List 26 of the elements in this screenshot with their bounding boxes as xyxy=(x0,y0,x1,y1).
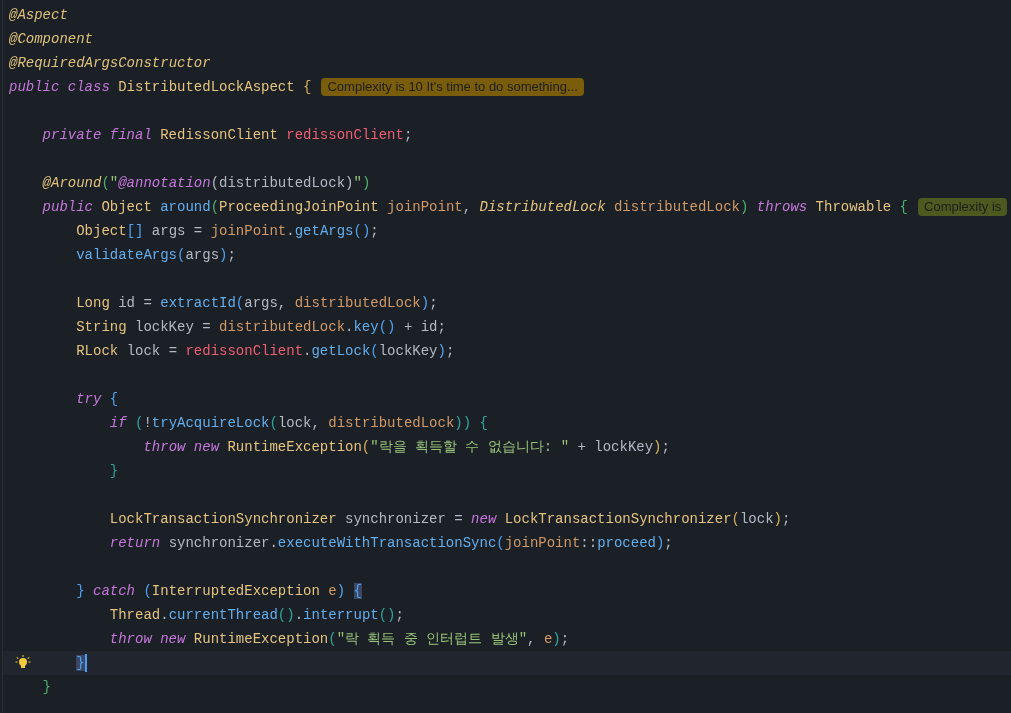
code-line: } catch (InterruptedException e) { xyxy=(75,582,362,601)
complexity-hint: Complexity is 10 It's time to do something... xyxy=(321,78,584,96)
code-line: @Component xyxy=(9,30,93,49)
code-line: Thread.currentThread().interrupt(); xyxy=(108,606,404,625)
code-line: if (!tryAcquireLock(lock, distributedLock)) { xyxy=(108,414,488,433)
complexity-hint: Complexity is xyxy=(918,198,1008,216)
code-line: validateArgs(args); xyxy=(75,246,236,265)
lightbulb-icon[interactable] xyxy=(15,655,31,671)
code-line: @Aspect xyxy=(9,6,68,25)
code-line: throw new RuntimeException("락 획득 중 인터럽트 발생", e); xyxy=(108,630,570,649)
code-line: throw new RuntimeException("락을 획득할 수 없습니다: " + lockKey); xyxy=(142,438,670,457)
code-line: public Object around(ProceedingJoinPoint joinPoint, DistributedLock distributedLock) throws Throwable { xyxy=(41,198,908,217)
code-line: Long id = extractId(args, distributedLock); xyxy=(75,294,438,313)
code-line: private final RedissonClient redissonClient; xyxy=(41,126,413,145)
code-line: Object[] args = joinPoint.getArgs(); xyxy=(75,222,379,241)
text-cursor xyxy=(84,654,87,672)
code-line: } xyxy=(108,462,119,481)
code-line: @Around("@annotation(distributedLock)") xyxy=(41,174,371,193)
code-line: return synchronizer.executeWithTransactionSync(joinPoint::proceed); xyxy=(108,534,673,553)
code-line: try { xyxy=(75,390,119,409)
code-line: public class DistributedLockAspect { xyxy=(9,78,312,97)
code-line: @RequiredArgsConstructor xyxy=(9,54,211,73)
code-line: String lockKey = distributedLock.key() + id; xyxy=(75,318,446,337)
code-line: LockTransactionSynchronizer synchronizer = new LockTransactionSynchronizer(lock); xyxy=(108,510,791,529)
code-line: } xyxy=(41,678,51,697)
code-line: RLock lock = redissonClient.getLock(lockKey); xyxy=(75,342,455,361)
